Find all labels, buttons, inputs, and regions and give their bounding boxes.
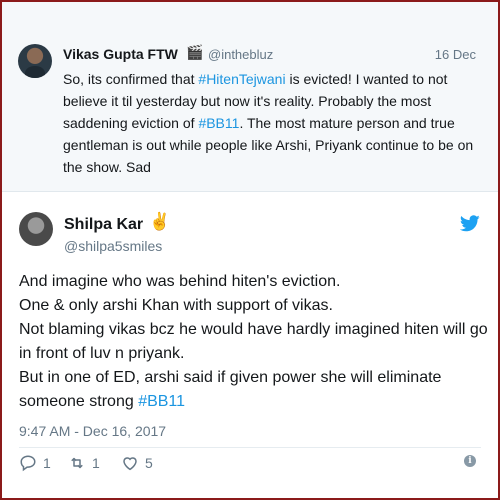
- retweet-count: 1: [92, 455, 100, 471]
- quoted-tweet[interactable]: Vikas Gupta FTW 🎬 @inthebluz 16 Dec So, …: [2, 2, 498, 192]
- quoted-display-name[interactable]: Vikas Gupta FTW: [63, 46, 178, 62]
- like-icon: [123, 457, 137, 471]
- like-button[interactable]: 5: [121, 453, 153, 473]
- clapperboard-emoji-icon: 🎬: [186, 44, 204, 60]
- divider: [19, 447, 481, 448]
- tweet-timestamp[interactable]: 9:47 AM - Dec 16, 2017: [19, 423, 166, 439]
- tweet-line: And imagine who was behind hiten's evict…: [19, 273, 341, 290]
- tweet-text: And imagine who was behind hiten's evict…: [19, 270, 489, 414]
- reply-icon: [20, 455, 36, 472]
- retweet-button[interactable]: 1: [68, 453, 100, 473]
- twitter-bird-icon[interactable]: [460, 215, 480, 232]
- author-avatar[interactable]: [19, 212, 53, 246]
- tweet-line: One & only arshi Khan with support of vi…: [19, 297, 333, 314]
- tweet-line: Not blaming vikas bcz he would have hard…: [19, 321, 488, 362]
- victory-hand-emoji-icon: ✌: [149, 212, 171, 231]
- reply-count: 1: [43, 455, 51, 471]
- info-icon[interactable]: i: [464, 455, 476, 467]
- tweet-line: But in one of ED, arshi said if given po…: [19, 366, 489, 414]
- reply-button[interactable]: 1: [19, 453, 51, 473]
- hashtag-hitentejwani[interactable]: #HitenTejwani: [198, 71, 285, 87]
- like-count: 5: [145, 455, 153, 471]
- author-handle[interactable]: @shilpa5smiles: [64, 238, 162, 254]
- hashtag-bb11[interactable]: #BB11: [138, 393, 185, 410]
- quoted-tweet-text: So, its confirmed that #HitenTejwani is …: [63, 68, 483, 178]
- quoted-avatar[interactable]: [18, 44, 52, 78]
- quoted-date[interactable]: 16 Dec: [435, 47, 476, 62]
- hashtag-bb11-quoted[interactable]: #BB11: [198, 115, 239, 131]
- quoted-text-part: So, its confirmed that: [63, 71, 199, 87]
- quoted-handle[interactable]: @inthebluz: [208, 47, 273, 62]
- tweet-line-text: But in one of ED, arshi said if given po…: [19, 369, 442, 410]
- tweet-embed-frame: Vikas Gupta FTW 🎬 @inthebluz 16 Dec So, …: [0, 0, 500, 500]
- author-display-name[interactable]: Shilpa Kar: [64, 216, 143, 234]
- retweet-icon: [71, 457, 83, 469]
